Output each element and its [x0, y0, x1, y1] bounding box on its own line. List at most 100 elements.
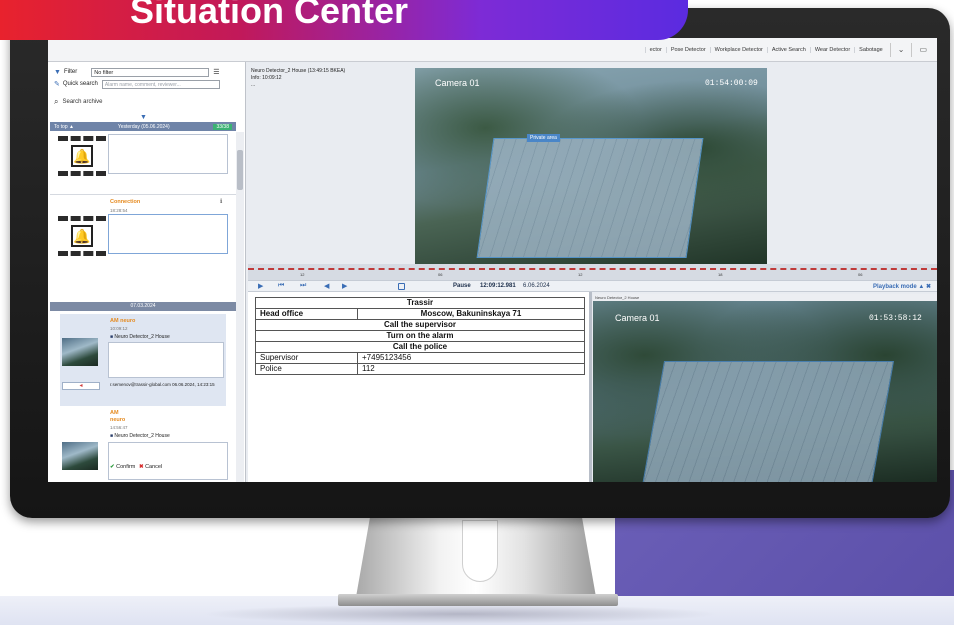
info-table-panel: Trassir Head office Moscow, Bakuninskaya…	[248, 292, 589, 482]
video-info-line: Info: 10:09:12	[251, 75, 282, 81]
step-forward-icon[interactable]: ▶	[342, 282, 347, 290]
event-title: AM neuro	[110, 318, 136, 324]
banner-title: Situation Center	[130, 0, 409, 31]
playback-state: Pause	[453, 283, 471, 289]
day-header-label: Yesterday (05.06.2024)	[117, 123, 170, 130]
bell-icon: 🔔	[71, 145, 93, 167]
timeline-tick: 12	[578, 272, 583, 277]
event-comment-box[interactable]	[108, 134, 228, 174]
toolbar-item-sabotage[interactable]: Sabotage	[854, 46, 887, 53]
detection-zone	[476, 138, 704, 258]
quick-search-row: ✎ Quick search Alarm name, comment, revi…	[48, 78, 245, 90]
camera-icon: ■	[110, 433, 114, 439]
camera-label: Camera 01	[435, 78, 480, 88]
confirm-cancel-row: ✔ Confirm ✖ Cancel	[110, 464, 162, 470]
filter-label: Filter	[63, 69, 78, 75]
chevron-down-icon[interactable]: ⌄	[894, 45, 909, 54]
camera-icon: ■	[110, 334, 114, 340]
toolbar-separator	[911, 42, 913, 57]
toolbar-item-active-search[interactable]: Active Search	[766, 46, 810, 53]
scrollbar-thumb[interactable]	[237, 150, 243, 190]
event-source: ■ Neuro Detector_2 House	[110, 433, 170, 439]
event-title: Connection	[110, 199, 141, 205]
date-divider: 07.03.2024	[50, 302, 236, 311]
selected-event[interactable]: AM neuro 10:09:12 ■ Neuro Detector_2 Hou…	[60, 314, 226, 406]
info-table: Trassir Head office Moscow, Bakuninskaya…	[255, 297, 585, 375]
list-icon[interactable]: ☰	[213, 68, 219, 76]
timeline-track	[248, 268, 937, 270]
video-info: Neuro Detector_2 House (13:49:15 BKEA) I…	[251, 68, 345, 89]
timeline-tick: 18	[718, 272, 723, 277]
playback-date: 6.06.2024	[523, 283, 550, 289]
timeline-tick: 06	[438, 272, 443, 277]
toolbar: ector Pose Detector Workplace Detector A…	[48, 38, 937, 62]
step-back-icon[interactable]: ◀	[324, 282, 329, 290]
playback-controls: ▶ ⏮ ⏭ ◀ ▶ Pause 12:09:12.981 6.06.2024 P…	[248, 280, 937, 292]
toolbar-item[interactable]: ector	[644, 46, 666, 53]
table-title: Trassir	[255, 297, 585, 309]
event-subtitle: neuro	[110, 417, 126, 423]
second-video-header: Neuro Detector_2 House	[593, 294, 937, 301]
events-scrollbar[interactable]	[236, 132, 244, 482]
reviewer-info: r.semenov@trassir-global.com 06.06.2024,…	[110, 382, 215, 387]
to-top-button[interactable]: To top ▲	[54, 124, 74, 130]
search-archive-button[interactable]: ⌕ Search archive	[48, 94, 245, 110]
event-camera-thumbnail[interactable]	[62, 338, 98, 366]
action-turn-on-alarm[interactable]: Turn on the alarm	[255, 330, 585, 342]
event-comment-box[interactable]	[108, 442, 228, 480]
event-comment-box[interactable]	[108, 214, 228, 254]
event-camera-thumbnail[interactable]	[62, 442, 98, 470]
camera-label: Camera 01	[615, 313, 660, 323]
camera-timestamp: 01:53:58:12	[869, 314, 922, 323]
toolbar-item-workplace-detector[interactable]: Workplace Detector	[709, 46, 767, 53]
event-thumbnail[interactable]: 🔔	[58, 136, 106, 176]
quick-search-label: Quick search	[62, 81, 98, 87]
cancel-button[interactable]: ✖ Cancel	[139, 464, 162, 470]
playback-mode[interactable]: Playback mode ▲ ✖	[873, 283, 931, 290]
private-area-tag: Private area	[527, 134, 560, 142]
contact-label: Police	[255, 363, 358, 375]
second-video[interactable]: Camera 01 01:53:58:12	[593, 301, 937, 482]
pane-divider[interactable]	[589, 292, 592, 482]
pen-icon: ✎	[54, 81, 60, 88]
quick-search-input[interactable]: Alarm name, comment, reviewer...	[101, 79, 220, 89]
stop-icon[interactable]	[398, 283, 405, 290]
filter-icon: ▼	[54, 68, 61, 76]
info-icon[interactable]: ℹ	[220, 198, 222, 205]
contact-label: Supervisor	[255, 352, 358, 364]
toolbar-separator	[889, 42, 891, 57]
window-icon[interactable]: ▭	[915, 45, 931, 54]
timeline[interactable]: 12 06 12 18 06	[248, 264, 937, 280]
event-comment-box[interactable]	[108, 342, 224, 378]
expand-arrow-icon[interactable]: ▼	[140, 114, 147, 121]
video-info-line: Neuro Detector_2 House (13:49:15 BKEA)	[251, 68, 346, 74]
divider	[50, 194, 236, 195]
event-thumbnail[interactable]: 🔔	[58, 216, 106, 256]
event-time: 18:28:54	[110, 208, 128, 213]
event-source: ■ Neuro Detector_2 House	[110, 334, 170, 340]
office-label: Head office	[255, 308, 358, 320]
check-icon: ✔	[110, 464, 115, 470]
monitor-shadow	[200, 604, 720, 624]
camera-timestamp: 01:54:00:09	[705, 79, 758, 88]
monitor-stand-base	[338, 594, 618, 606]
monitor-stand-slot	[462, 520, 498, 582]
confirm-button[interactable]: ✔ Confirm	[110, 464, 135, 470]
action-call-police[interactable]: Call the police	[255, 341, 585, 353]
skip-start-icon[interactable]: ⏮	[278, 282, 284, 290]
reply-button[interactable]: ◂	[62, 382, 100, 390]
contact-value: +7495123456	[357, 352, 585, 364]
filter-select[interactable]: No filter	[91, 67, 210, 77]
search-archive-label: Search archive	[62, 99, 103, 105]
play-icon[interactable]: ▶	[258, 282, 263, 290]
event-count-badge: 33/38	[213, 123, 232, 130]
toolbar-item-pose-detector[interactable]: Pose Detector	[665, 46, 710, 53]
detection-zone	[641, 361, 895, 482]
main-video[interactable]: Camera 01 01:54:00:09 Private area	[415, 68, 767, 268]
office-address: Moscow, Bakuninskaya 71	[357, 308, 585, 320]
contact-value: 112	[357, 363, 585, 375]
toolbar-item-wear-detector[interactable]: Wear Detector	[809, 46, 854, 53]
playback-time: 12:09:12.981	[480, 283, 516, 289]
action-call-supervisor[interactable]: Call the supervisor	[255, 319, 585, 331]
skip-end-icon[interactable]: ⏭	[300, 282, 306, 290]
